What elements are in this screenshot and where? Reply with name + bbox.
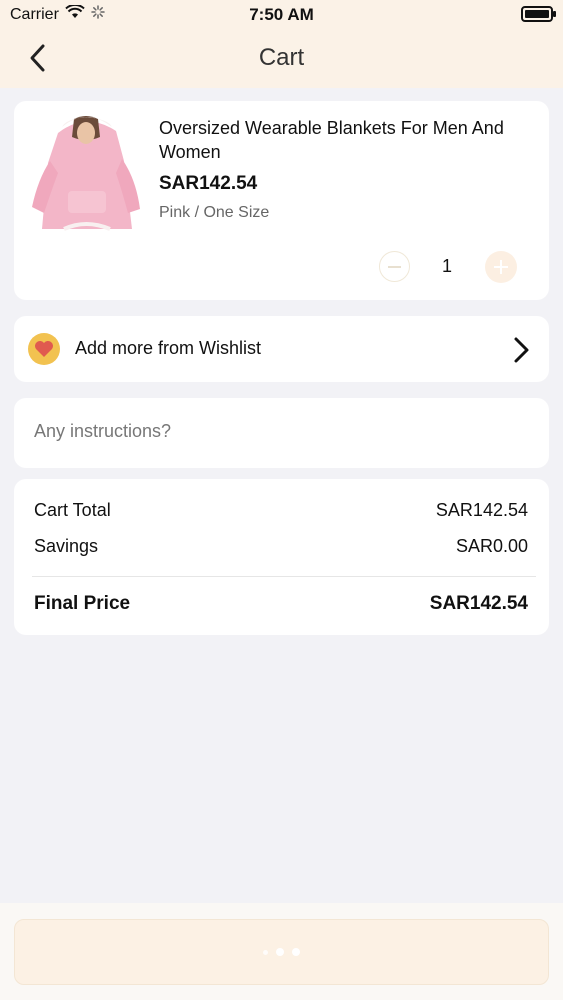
instructions-input[interactable] xyxy=(34,421,529,442)
cart-total-label: Cart Total xyxy=(34,500,111,520)
final-price-value: SAR142.54 xyxy=(429,593,528,614)
page-title: Cart xyxy=(258,44,305,71)
summary-divider xyxy=(32,576,536,577)
status-bar: Carrier 7:50 AM xyxy=(0,0,563,30)
cart-item-card: Oversized Wearable Blankets For Men And … xyxy=(14,101,549,300)
status-time: 7:50 AM xyxy=(249,5,314,24)
loading-dot xyxy=(276,948,284,956)
add-from-wishlist-row[interactable]: Add more from Wishlist xyxy=(14,316,549,382)
battery-icon xyxy=(521,6,556,22)
cart-total-value: SAR142.54 xyxy=(435,500,528,520)
decrease-quantity-button[interactable] xyxy=(379,251,410,282)
heart-icon xyxy=(28,333,60,365)
savings-label: Savings xyxy=(34,536,99,556)
instructions-card xyxy=(14,398,549,468)
product-image[interactable] xyxy=(28,113,145,233)
savings-value: SAR0.00 xyxy=(455,536,528,556)
product-variant: Pink / One Size xyxy=(159,204,270,221)
product-name[interactable]: Oversized Wearable Blankets For Men And … xyxy=(159,116,519,164)
loading-dot xyxy=(292,948,300,956)
checkout-button[interactable] xyxy=(14,919,549,985)
loading-dot xyxy=(263,949,268,955)
wishlist-label: Add more from Wishlist xyxy=(75,338,262,358)
price-summary-card: Cart Total SAR142.54 Savings SAR0.00 Fin… xyxy=(14,479,549,635)
final-price-label: Final Price xyxy=(34,593,131,614)
quantity-value: 1 xyxy=(441,256,452,276)
increase-quantity-button[interactable] xyxy=(485,251,517,283)
bottom-bar xyxy=(0,903,563,1000)
loading-indicator xyxy=(15,948,548,956)
nav-bar: Cart xyxy=(0,30,563,88)
chevron-right-icon xyxy=(511,336,531,364)
product-price: SAR142.54 xyxy=(159,173,258,194)
